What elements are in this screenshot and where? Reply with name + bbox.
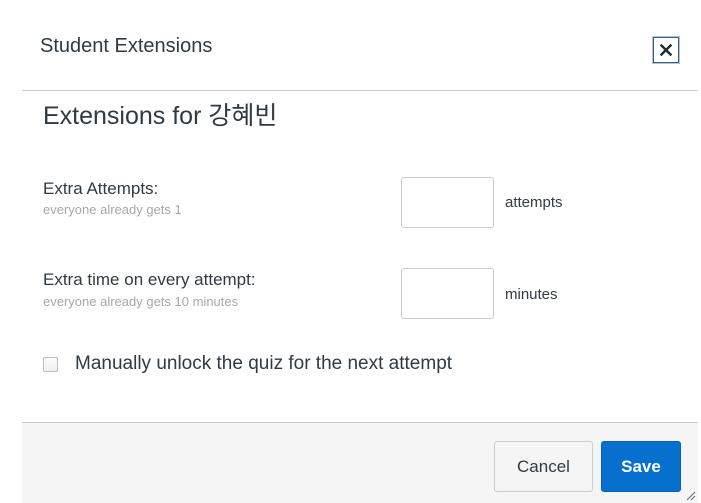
student-extensions-dialog: Student Extensions Extensions for 강혜빈 Ex…	[22, 8, 698, 503]
extra-time-hint: everyone already gets 10 minutes	[43, 294, 239, 309]
extensions-heading: Extensions for 강혜빈	[43, 102, 278, 130]
manual-unlock-row: Manually unlock the quiz for the next at…	[43, 353, 452, 375]
manual-unlock-label[interactable]: Manually unlock the quiz for the next at…	[75, 353, 452, 375]
extra-time-unit: minutes	[505, 286, 558, 303]
manual-unlock-checkbox[interactable]	[43, 356, 58, 372]
extra-time-input[interactable]	[401, 268, 494, 319]
cancel-button[interactable]: Cancel	[494, 441, 593, 492]
close-button[interactable]	[653, 37, 679, 63]
dialog-title: Student Extensions	[40, 35, 213, 57]
extra-attempts-unit: attempts	[505, 194, 563, 211]
resize-handle-icon[interactable]	[684, 489, 696, 501]
dialog-titlebar: Student Extensions	[22, 8, 698, 91]
dialog-footer: Cancel Save	[22, 422, 698, 503]
extra-time-label: Extra time on every attempt:	[43, 270, 256, 289]
extra-attempts-hint: everyone already gets 1	[43, 202, 182, 217]
extra-attempts-label: Extra Attempts:	[43, 179, 159, 198]
extra-attempts-input[interactable]	[401, 177, 494, 228]
save-button[interactable]: Save	[601, 441, 681, 492]
close-x-icon	[660, 44, 672, 56]
